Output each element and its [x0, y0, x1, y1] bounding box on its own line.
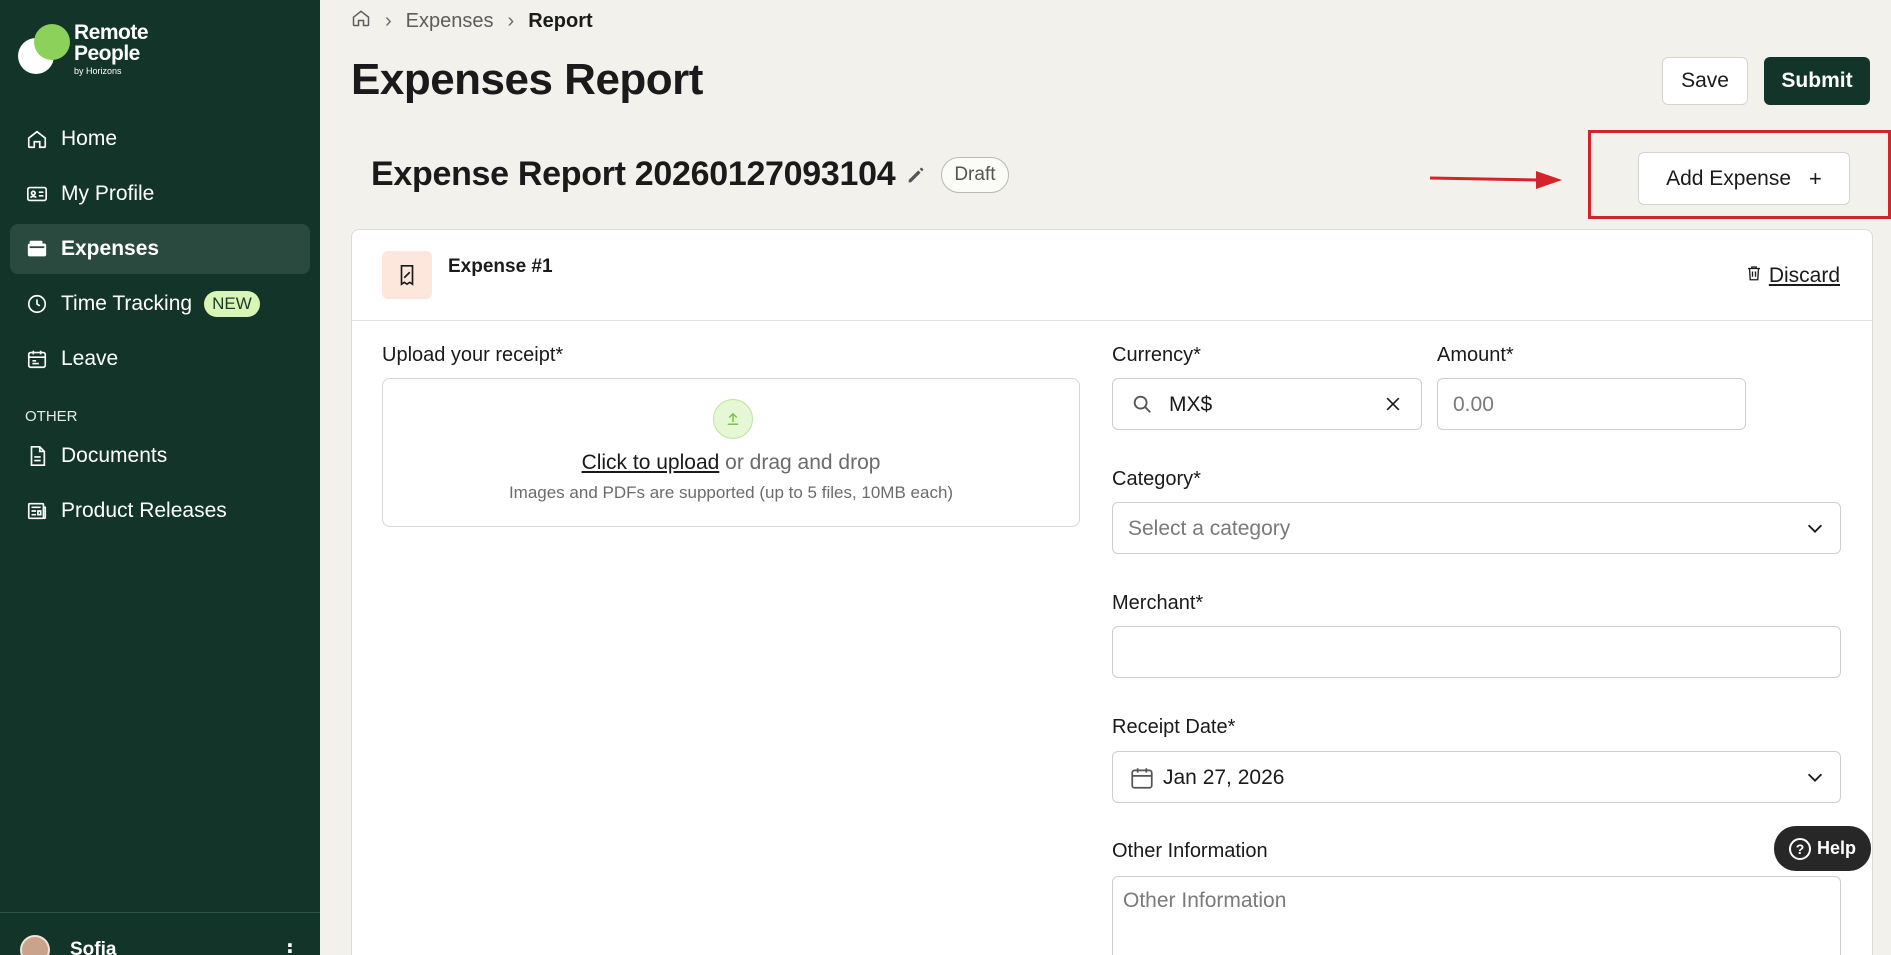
- submit-button[interactable]: Submit: [1764, 57, 1870, 105]
- sidebar-item-label: Home: [61, 127, 118, 150]
- sidebar-item-product-releases[interactable]: Product Releases: [10, 486, 310, 536]
- breadcrumb-report: Report: [528, 9, 593, 32]
- category-label: Category*: [1112, 468, 1201, 490]
- amount-placeholder: 0.00: [1453, 393, 1494, 416]
- calendar-icon: [25, 347, 49, 371]
- new-badge: NEW: [204, 291, 260, 317]
- discard-label: Discard: [1768, 264, 1840, 287]
- add-expense-button[interactable]: Add Expense +: [1638, 152, 1850, 205]
- other-information-textarea[interactable]: Other Information: [1112, 876, 1841, 955]
- upload-drag-text: or drag and drop: [719, 451, 881, 474]
- currency-value: MX$: [1169, 393, 1213, 416]
- receipt-icon: [382, 251, 432, 299]
- add-expense-label: Add Expense: [1666, 166, 1792, 190]
- plus-icon: +: [1809, 165, 1822, 191]
- expense-card-header: Expense #1 Discard: [352, 230, 1872, 321]
- sidebar-item-documents[interactable]: Documents: [10, 431, 310, 481]
- clear-icon[interactable]: [1383, 394, 1403, 420]
- amount-label: Amount*: [1437, 344, 1514, 366]
- page-title: Expenses Report: [351, 55, 703, 104]
- chevron-down-icon: [1804, 517, 1826, 545]
- sidebar-item-leave[interactable]: Leave: [10, 334, 310, 384]
- document-icon: [25, 444, 49, 468]
- sidebar: Remote People by Horizons Home My Profil…: [0, 0, 320, 955]
- pencil-icon[interactable]: [905, 164, 927, 186]
- breadcrumb-expenses[interactable]: Expenses: [406, 10, 494, 33]
- sidebar-item-label: Expenses: [61, 237, 160, 260]
- upload-icon: [713, 399, 753, 439]
- upload-hint: Images and PDFs are supported (up to 5 f…: [508, 483, 954, 502]
- sidebar-item-label: My Profile: [61, 182, 155, 205]
- sidebar-section-other: OTHER: [25, 408, 78, 425]
- other-information-placeholder: Other Information: [1123, 889, 1287, 912]
- report-header: Expense Report 20260127093104 Draft: [371, 155, 1009, 194]
- home-icon[interactable]: [351, 8, 371, 34]
- save-button[interactable]: Save: [1662, 57, 1748, 105]
- chevron-down-icon: [1804, 766, 1826, 794]
- merchant-label: Merchant*: [1112, 592, 1204, 614]
- breadcrumb: › Expenses › Report: [351, 8, 593, 34]
- status-badge: Draft: [941, 156, 1009, 193]
- id-card-icon: [25, 182, 49, 206]
- help-button[interactable]: ? Help: [1774, 826, 1871, 871]
- click-to-upload-link[interactable]: Click to upload: [582, 451, 720, 474]
- receipt-date-label: Receipt Date*: [1112, 716, 1236, 738]
- logo-mark-icon: [18, 22, 72, 76]
- chevron-right-icon: ›: [507, 9, 515, 32]
- sidebar-item-label: Leave: [61, 347, 119, 370]
- other-information-label: Other Information: [1112, 840, 1268, 862]
- question-icon: ?: [1788, 837, 1811, 860]
- receipt-date-value: Jan 27, 2026: [1163, 766, 1285, 789]
- trash-icon: [1745, 263, 1763, 289]
- wallet-icon: [25, 237, 49, 261]
- logo-text-line2: People: [74, 42, 140, 65]
- receipt-date-picker[interactable]: Jan 27, 2026: [1112, 751, 1841, 803]
- user-name: Sofia: [70, 939, 117, 955]
- newspaper-icon: [25, 499, 49, 523]
- category-select[interactable]: Select a category: [1112, 502, 1841, 554]
- logo-text-line3: by Horizons: [74, 66, 122, 76]
- sidebar-item-home[interactable]: Home: [10, 114, 310, 164]
- logo-text-line1: Remote: [74, 21, 149, 44]
- sidebar-item-label: Product Releases: [61, 499, 227, 522]
- expense-card: Expense #1 Discard Upload your receipt* …: [351, 229, 1873, 955]
- annotation-arrow-icon: [1430, 171, 1562, 189]
- sidebar-nav: Home My Profile Expenses Time Tracking N…: [10, 114, 310, 541]
- avatar: [20, 935, 50, 955]
- calendar-icon: [1129, 765, 1155, 797]
- report-name: Expense Report 20260127093104: [371, 155, 896, 193]
- currency-select[interactable]: MX$: [1112, 378, 1422, 430]
- sidebar-item-expenses[interactable]: Expenses: [10, 224, 310, 274]
- brand-logo[interactable]: Remote People by Horizons: [18, 21, 149, 76]
- currency-label: Currency*: [1112, 344, 1201, 366]
- search-icon: [1131, 393, 1153, 421]
- amount-input[interactable]: 0.00: [1437, 378, 1746, 430]
- receipt-upload-dropzone[interactable]: Click to upload or drag and drop Images …: [382, 378, 1080, 527]
- expense-title: Expense #1: [448, 256, 553, 277]
- sidebar-item-time-tracking[interactable]: Time Tracking NEW: [10, 279, 310, 329]
- help-label: Help: [1816, 838, 1856, 858]
- upload-receipt-label: Upload your receipt*: [382, 344, 564, 366]
- sidebar-item-label: Documents: [61, 444, 168, 467]
- discard-button[interactable]: Discard: [1745, 263, 1840, 289]
- clock-icon: [25, 292, 49, 316]
- home-icon: [25, 127, 49, 151]
- sidebar-item-my-profile[interactable]: My Profile: [10, 169, 310, 219]
- chevron-right-icon: ›: [385, 9, 392, 32]
- category-placeholder: Select a category: [1128, 517, 1291, 540]
- user-bar[interactable]: Sofia ⋮: [0, 912, 320, 955]
- merchant-input[interactable]: [1112, 626, 1841, 678]
- sidebar-item-label: Time Tracking: [61, 292, 193, 315]
- more-options-icon[interactable]: ⋮: [280, 939, 300, 955]
